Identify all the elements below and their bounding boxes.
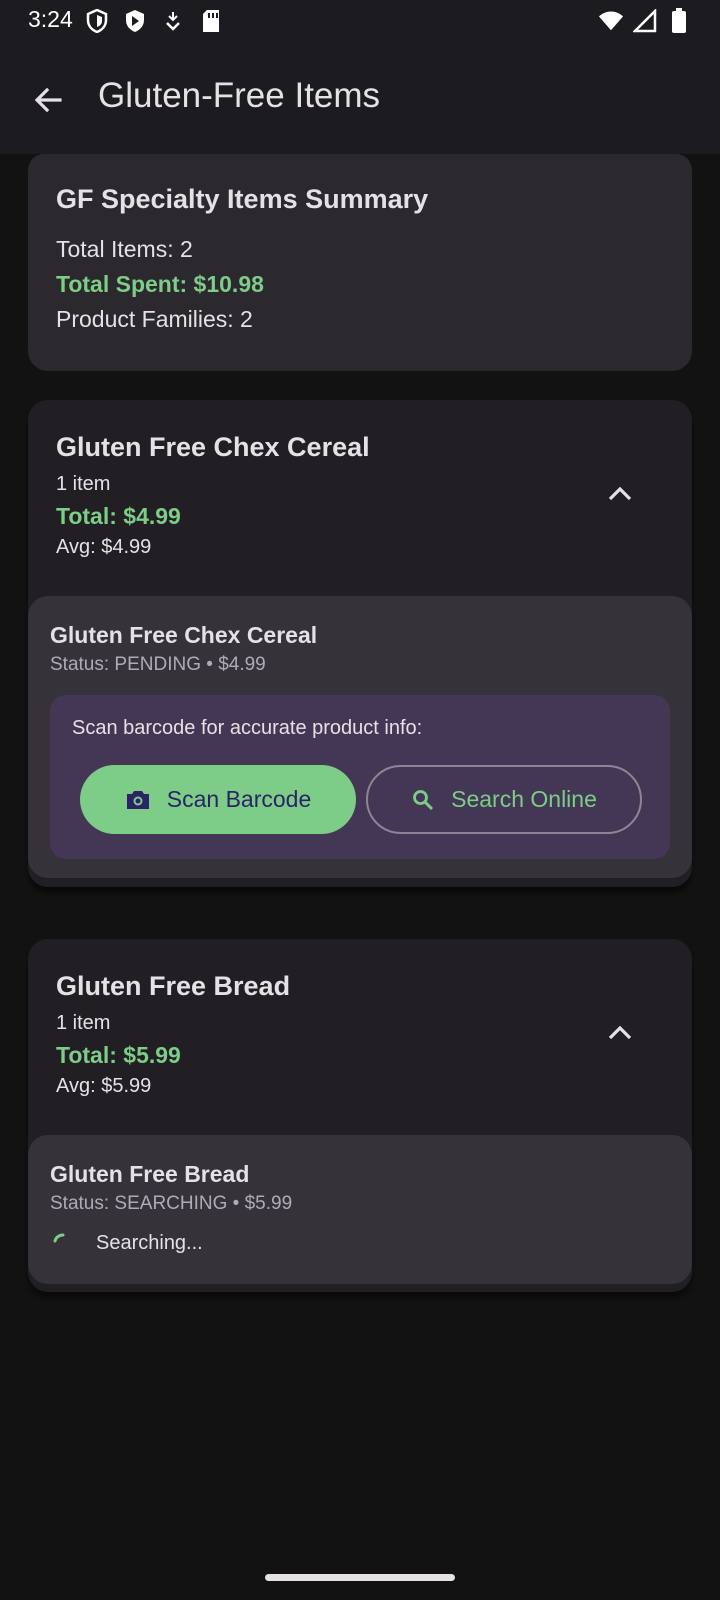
signal-icon — [632, 8, 658, 34]
collapse-button[interactable] — [600, 1013, 640, 1053]
scan-prompt-box: Scan barcode for accurate product info: … — [50, 695, 670, 859]
page-title: Gluten-Free Items — [98, 76, 381, 115]
search-online-button[interactable]: Search Online — [366, 765, 642, 834]
searching-text: Searching... — [96, 1231, 203, 1254]
searching-indicator: Searching... — [50, 1231, 203, 1255]
back-button[interactable] — [22, 74, 74, 126]
group-title: Gluten Free Chex Cereal — [56, 432, 370, 462]
item-status: Status: PENDING • $4.99 — [50, 654, 266, 675]
summary-title: GF Specialty Items Summary — [56, 184, 429, 214]
item-name: Gluten Free Chex Cereal — [50, 622, 318, 648]
search-online-label: Search Online — [451, 786, 597, 812]
camera-icon — [126, 790, 149, 809]
play-icon — [122, 8, 148, 34]
home-indicator[interactable] — [265, 1574, 455, 1581]
download-icon — [160, 8, 186, 34]
search-icon — [413, 789, 434, 810]
status-time: 3:24 — [28, 6, 73, 32]
group-average: Avg: $4.99 — [56, 536, 152, 558]
summary-total-spent: Total Spent: $10.98 — [56, 271, 264, 297]
summary-product-families: Product Families: 2 — [56, 306, 253, 332]
battery-icon — [666, 8, 692, 34]
group-total: Total: $5.99 — [56, 1042, 181, 1068]
group-title: Gluten Free Bread — [56, 971, 291, 1001]
item-panel: Gluten Free Bread Status: SEARCHING • $5… — [28, 1135, 692, 1284]
progress-spinner-icon — [53, 1233, 65, 1243]
group-item-count: 1 item — [56, 473, 111, 495]
chevron-up-icon — [608, 486, 632, 501]
summary-total-items: Total Items: 2 — [56, 236, 193, 262]
summary-card: GF Specialty Items Summary Total Items: … — [28, 154, 692, 371]
scan-barcode-label: Scan Barcode — [166, 786, 312, 812]
app-bar: Gluten-Free Items — [0, 44, 720, 154]
sd-card-icon — [198, 8, 224, 34]
group-average: Avg: $5.99 — [56, 1075, 152, 1097]
group-item-count: 1 item — [56, 1012, 111, 1034]
item-name: Gluten Free Bread — [50, 1161, 250, 1187]
chevron-up-icon — [608, 1025, 632, 1040]
collapse-button[interactable] — [600, 474, 640, 514]
group-total: Total: $4.99 — [56, 503, 181, 529]
shield-icon — [84, 8, 110, 34]
item-status: Status: SEARCHING • $5.99 — [50, 1193, 293, 1214]
wifi-icon — [598, 8, 624, 34]
scan-prompt-text: Scan barcode for accurate product info: — [72, 717, 423, 739]
scan-barcode-button[interactable]: Scan Barcode — [80, 765, 356, 834]
status-bar: 3:24 — [0, 0, 720, 44]
product-group-card: Gluten Free Chex Cereal 1 item Total: $4… — [28, 400, 692, 887]
item-panel: Gluten Free Chex Cereal Status: PENDING … — [28, 596, 692, 878]
product-group-card: Gluten Free Bread 1 item Total: $5.99 Av… — [28, 939, 692, 1292]
arrow-back-icon — [34, 87, 62, 113]
